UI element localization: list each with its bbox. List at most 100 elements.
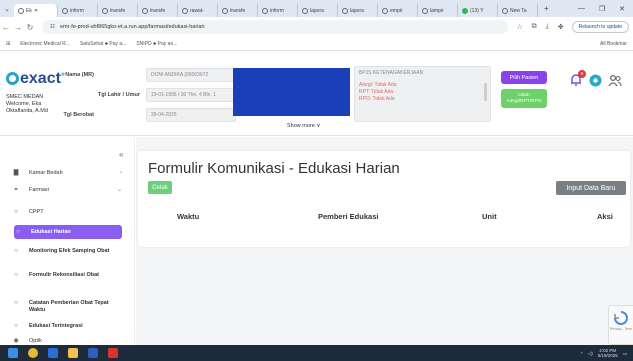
- sidebar-item-monitoring-efek-samping[interactable]: ○ Monitoring Efek Samping Obat: [12, 248, 122, 255]
- circle-icon: ○: [14, 323, 18, 329]
- all-bookmarks-link[interactable]: All Bookmar: [600, 41, 633, 47]
- patient-name-field: DONI ANDIKA (00003972: [146, 68, 236, 82]
- browser-tab[interactable]: transfe: [138, 4, 178, 17]
- pill-icon: ⚭: [13, 187, 19, 193]
- url-input[interactable]: ☷ emr-fe-prod-uhf865gko-et.a.run.app/far…: [42, 20, 509, 34]
- sidebar-item-catatan-pemberian-obat[interactable]: ○ Catatan Pemberian Obat Tepat Waktu: [12, 300, 122, 314]
- notifications-icon[interactable]: ▭: [623, 351, 627, 356]
- insurance-box: BPJS KETENAGAKERJAAN Alergi: Tidak Ada R…: [354, 66, 491, 122]
- clock[interactable]: 2:02 PM 5/19/2025: [598, 348, 618, 358]
- redaction-block: [233, 68, 350, 116]
- recaptcha-badge[interactable]: Privacy - Term: [608, 305, 633, 345]
- insurance-scrollbar[interactable]: [484, 83, 487, 101]
- extensions-icon[interactable]: ⧉: [532, 23, 537, 31]
- tab-favicon-icon: [422, 7, 428, 14]
- browser-tab[interactable]: rawat-: [178, 4, 218, 17]
- sidebar-item-kamar-bedah[interactable]: ▇ Kamar Bedah ›: [12, 170, 122, 177]
- column-header-waktu: Waktu: [177, 212, 200, 221]
- tab-favicon-icon: [102, 7, 108, 14]
- browser-tab[interactable]: inform: [58, 4, 98, 17]
- site-info-icon[interactable]: ☷: [50, 24, 55, 30]
- recaptcha-icon: [614, 311, 628, 325]
- cetak-button[interactable]: Cetak: [148, 181, 172, 194]
- browser-tab[interactable]: lapora: [338, 4, 378, 17]
- start-icon[interactable]: [8, 348, 18, 358]
- browser-tab[interactable]: transfe: [98, 4, 138, 17]
- browser-tab-active[interactable]: Ek ✕: [14, 4, 58, 17]
- column-header-unit: Unit: [482, 212, 497, 221]
- pilih-pasien-button[interactable]: Pilih Pasien: [501, 71, 547, 84]
- sidebar-item-edukasi-harian[interactable]: ○ Edukasi Harian: [14, 225, 122, 239]
- tab-favicon-icon: [502, 7, 508, 14]
- browser-tab-bar: ⌄ Ek ✕ inform transfe transfe rawat- tran…: [0, 0, 633, 17]
- extension-puzzle-icon[interactable]: ✤: [558, 23, 564, 31]
- bookmark-item[interactable]: SatuSehat ♣ Pay a...: [80, 41, 126, 47]
- tab-favicon-icon: [18, 7, 24, 14]
- tab-favicon-icon: [462, 7, 468, 14]
- visit-date-field: 28-04-2025: [146, 108, 236, 122]
- column-header-pemberi-edukasi: Pemberi Edukasi: [318, 212, 379, 221]
- circle-icon: ○: [14, 300, 18, 306]
- tab-favicon-icon: [142, 7, 148, 14]
- sidebar-item-formulir-rekonsiliasi[interactable]: ○ Formulir Rekonsiliasi Obat: [12, 272, 122, 279]
- back-icon[interactable]: ←: [0, 23, 12, 32]
- dob-label: Tgl Lahir / Umur: [97, 92, 140, 98]
- browser-tab[interactable]: (13) Y: [458, 4, 498, 17]
- collapse-sidebar-icon[interactable]: «: [119, 150, 123, 159]
- download-icon[interactable]: ⤓: [546, 23, 549, 31]
- bookmark-item[interactable]: Electronic Medical R...: [20, 41, 70, 47]
- bookmark-item[interactable]: SNIPD ♣ Pay an...: [136, 41, 177, 47]
- forward-icon[interactable]: →: [12, 23, 24, 32]
- users-icon[interactable]: [608, 74, 622, 87]
- new-tab-icon[interactable]: +: [538, 4, 555, 13]
- apps-icon[interactable]: ⊞: [6, 41, 10, 47]
- address-bar-row: ← → ↻ ☷ emr-fe-prod-uhf865gko-et.a.run.a…: [0, 17, 633, 37]
- browser-tab[interactable]: empir: [378, 4, 418, 17]
- tab-favicon-icon: [262, 7, 268, 14]
- visit-date-label: Tgl Berobat: [63, 112, 94, 118]
- bed-icon: ▇: [13, 170, 19, 176]
- circle-icon: ○: [14, 272, 18, 278]
- outlook-icon[interactable]: [48, 348, 58, 358]
- browser-tab[interactable]: lapora: [298, 4, 338, 17]
- window-close-icon[interactable]: ✕: [619, 5, 625, 13]
- ubah-alergi-button[interactable]: Ubah Alergi/RPT/RPO: [501, 89, 547, 108]
- circle-icon: ○: [14, 209, 18, 215]
- minimize-icon[interactable]: —: [578, 5, 585, 13]
- sidebar-item-cppt[interactable]: ○ CPPT: [12, 209, 122, 216]
- sidebar-item-optik[interactable]: ◉ Optik: [12, 338, 122, 345]
- page-title: Formulir Komunikasi - Edukasi Harian: [148, 160, 400, 177]
- maximize-icon[interactable]: ❐: [599, 5, 605, 13]
- dob-field: 19-01-1995 / 30 Thn, 4 Bln, 1: [146, 88, 236, 102]
- sidebar-item-farmasi[interactable]: ⚭ Farmasi ⌄: [12, 187, 122, 194]
- browser-tab[interactable]: inform: [258, 4, 298, 17]
- chrome-icon[interactable]: [28, 348, 38, 358]
- tab-favicon-icon: [222, 7, 228, 14]
- notification-bell-icon[interactable]: 9: [569, 70, 586, 87]
- tab-favicon-icon: [382, 7, 388, 14]
- browser-tab[interactable]: lampir: [418, 4, 458, 17]
- tab-close-icon[interactable]: ✕: [34, 8, 38, 14]
- browser-tab[interactable]: New Ta: [498, 4, 538, 17]
- sidebar-item-edukasi-terintegrasi[interactable]: ○ Edukasi Terintegrasi: [12, 323, 122, 330]
- input-data-baru-button[interactable]: Input Data Baru: [556, 181, 626, 195]
- show-more-link[interactable]: Show more ∨: [287, 123, 320, 129]
- pdf-reader-icon[interactable]: [108, 348, 118, 358]
- logo-ring-icon: [6, 72, 19, 85]
- bookmark-star-icon[interactable]: ☆: [516, 23, 522, 31]
- windows-taskbar: ^ ◁) 2:02 PM 5/19/2025 ▭: [0, 345, 633, 361]
- column-header-aksi: Aksi: [597, 212, 613, 221]
- volume-icon[interactable]: ◁): [588, 351, 593, 356]
- notification-badge: 9: [578, 70, 586, 78]
- reload-icon[interactable]: ↻: [24, 23, 36, 32]
- browser-tab[interactable]: transfe: [218, 4, 258, 17]
- word-icon[interactable]: [88, 348, 98, 358]
- tab-menu-icon[interactable]: ⌄: [0, 5, 14, 13]
- bookmarks-bar: ⊞ Electronic Medical R... SatuSehat ♣ Pa…: [0, 37, 633, 51]
- tab-favicon-icon: [302, 7, 308, 14]
- file-explorer-icon[interactable]: [68, 348, 78, 358]
- help-icon[interactable]: [589, 74, 602, 87]
- chevron-down-icon: ⌄: [116, 187, 122, 193]
- relaunch-update-button[interactable]: Relaunch to update: [571, 21, 629, 33]
- tray-up-icon[interactable]: ^: [581, 351, 583, 356]
